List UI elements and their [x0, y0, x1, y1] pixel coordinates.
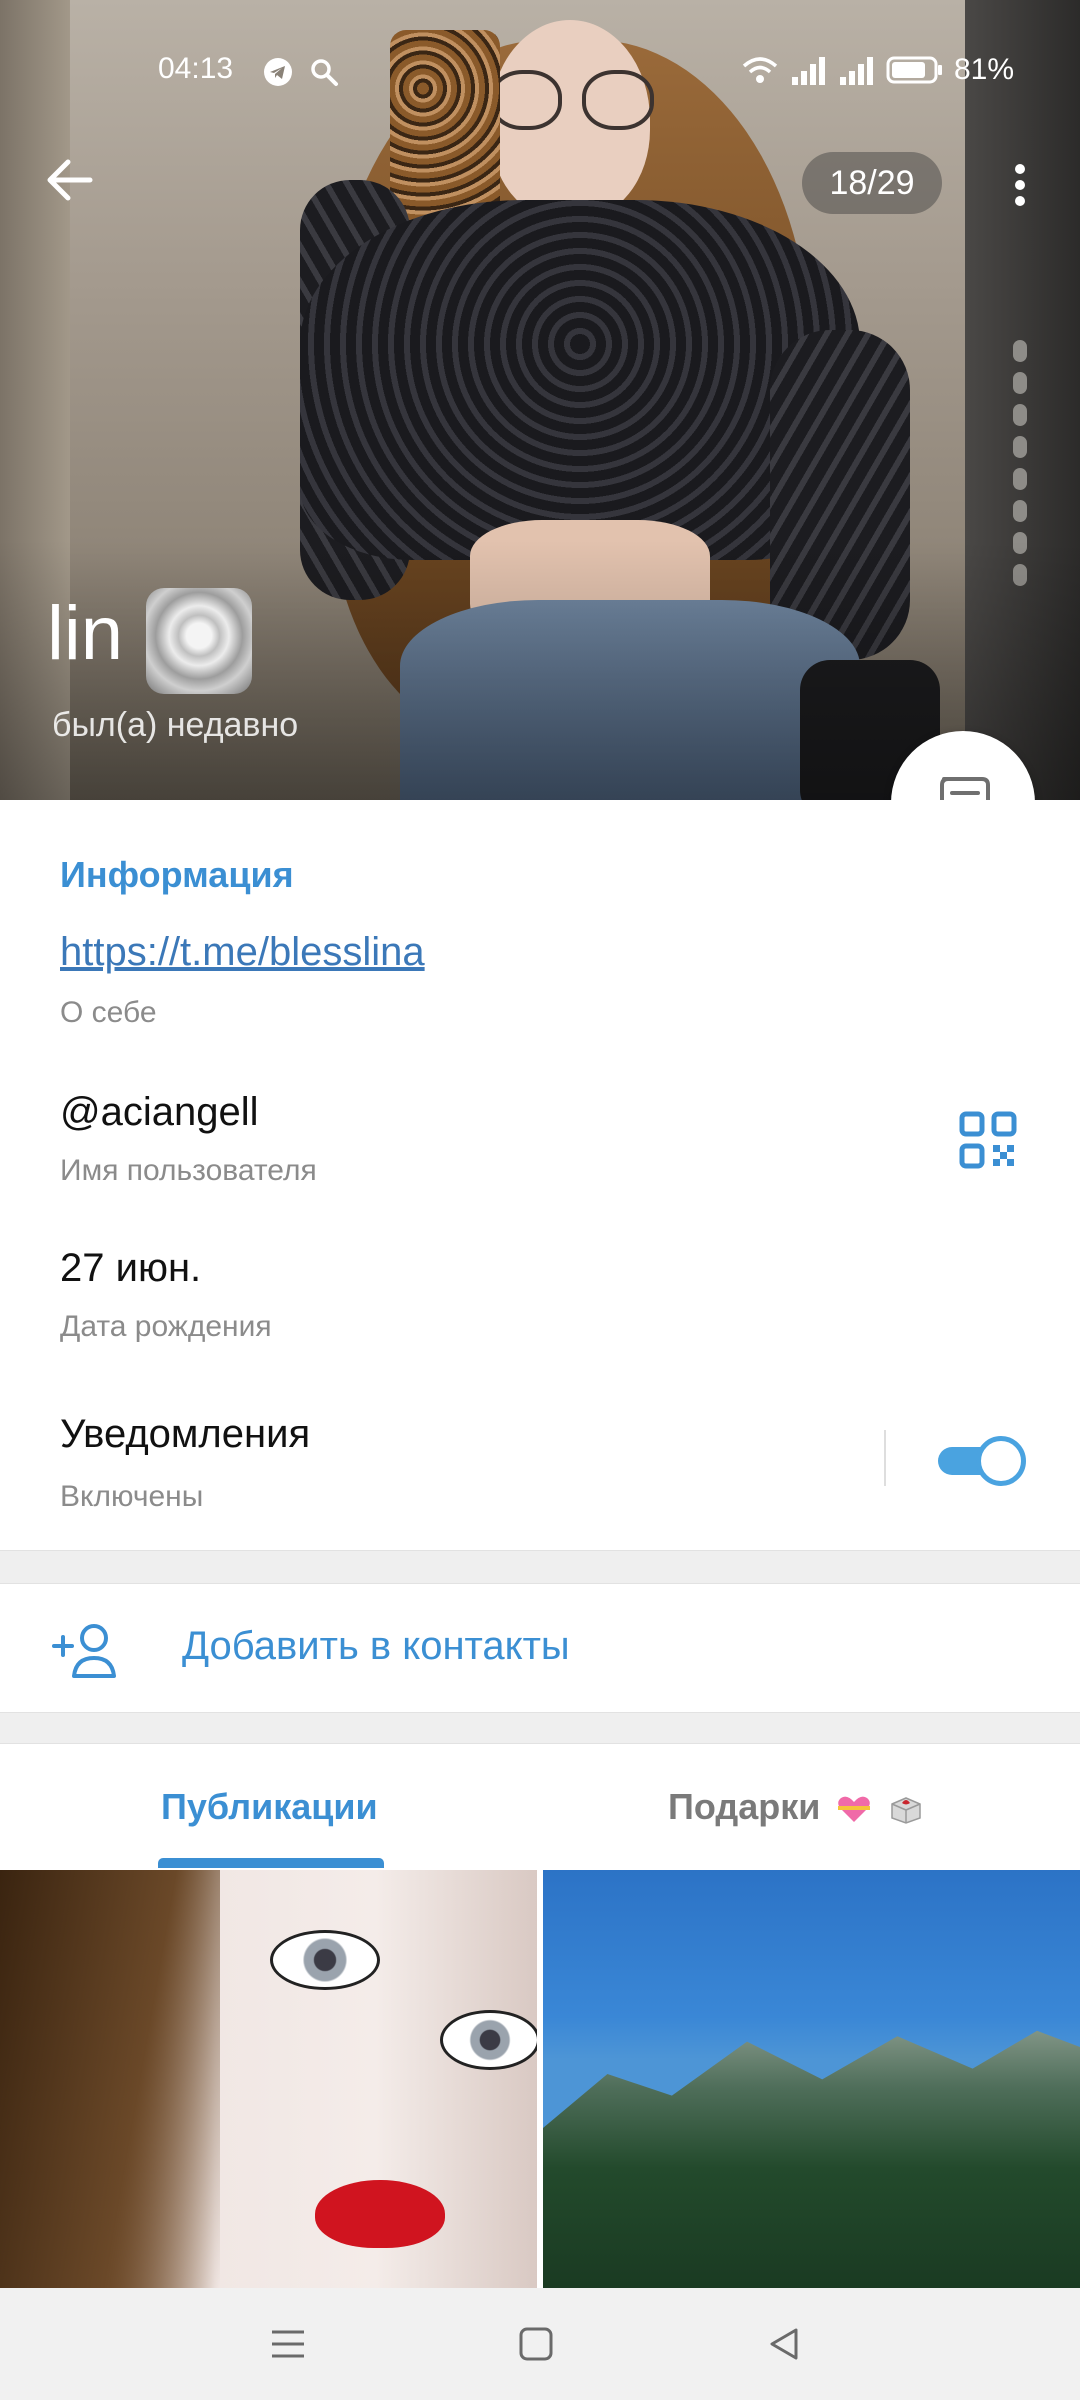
- notifications-status: Включены: [60, 1480, 204, 1513]
- qr-code-icon: [959, 1111, 1017, 1169]
- recent-apps-button[interactable]: [262, 2318, 314, 2370]
- info-section: Информация https://t.me/blesslina О себе…: [0, 800, 1080, 1550]
- add-contact-label: Добавить в контакты: [182, 1624, 570, 1668]
- divider: [884, 1430, 886, 1486]
- tab-label: Публикации: [161, 1786, 378, 1827]
- tab-label: Подарки: [668, 1786, 821, 1827]
- back-button[interactable]: [30, 140, 110, 220]
- thumbnail-eye: [440, 2010, 537, 2070]
- section-separator: [0, 1550, 1080, 1584]
- triangle-back-icon: [770, 2328, 798, 2360]
- thumbnail-eye: [270, 1930, 380, 1990]
- birthday-caption: Дата рождения: [60, 1310, 272, 1343]
- add-user-icon: [52, 1624, 116, 1678]
- notifications-label[interactable]: Уведомления: [60, 1412, 310, 1457]
- thumbnail-mountains: [543, 2030, 1080, 2290]
- status-time: 04:13: [158, 52, 234, 85]
- post-thumbnail[interactable]: [0, 1870, 537, 2290]
- signal-icon: [792, 57, 825, 85]
- publications-grid: [0, 1868, 1080, 2290]
- battery-icon: [886, 56, 942, 84]
- menu-icon: [272, 2330, 304, 2358]
- username-caption: Имя пользователя: [60, 1154, 317, 1187]
- square-icon: [519, 2327, 553, 2361]
- status-bar: 04:13 81%: [0, 0, 1080, 86]
- system-navigation-bar: [0, 2288, 1080, 2400]
- status-right-icons: 81%: [740, 50, 1014, 90]
- media-tabs: Публикации Подарки: [0, 1744, 1080, 1868]
- profile-header-photo[interactable]: 04:13 81% 18/29 lin был(а) недавно: [0, 0, 1080, 800]
- system-back-button[interactable]: [758, 2318, 810, 2370]
- home-button[interactable]: [510, 2318, 562, 2370]
- thumbnail-hair: [0, 1870, 220, 2290]
- signal-icon: [840, 57, 873, 85]
- more-menu-button[interactable]: [990, 150, 1050, 220]
- telegram-icon: [264, 58, 292, 86]
- more-vertical-icon: [1015, 164, 1025, 206]
- rose-emoji-icon: [146, 588, 252, 694]
- wifi-icon: [742, 57, 778, 83]
- arrow-left-icon: [47, 159, 93, 201]
- username-value[interactable]: @aciangell: [60, 1090, 259, 1135]
- qr-code-button[interactable]: [958, 1110, 1018, 1170]
- notifications-toggle[interactable]: [938, 1436, 1026, 1486]
- tab-publications[interactable]: Публикации: [161, 1786, 378, 1828]
- toggle-knob: [976, 1436, 1026, 1486]
- heart-gift-icon: [838, 1797, 871, 1823]
- add-contact-button[interactable]: Добавить в контакты: [0, 1584, 1080, 1712]
- tab-gifts[interactable]: Подарки: [668, 1786, 924, 1828]
- gift-box-icon: [891, 1797, 922, 1825]
- birthday-value: 27 июн.: [60, 1246, 202, 1290]
- search-icon: [311, 59, 338, 86]
- section-title: Информация: [60, 854, 294, 895]
- bio-caption: О себе: [60, 996, 157, 1029]
- section-separator: [0, 1712, 1080, 1744]
- last-seen-status: был(а) недавно: [52, 706, 299, 744]
- battery-percent: 81%: [954, 53, 1015, 86]
- photo-counter: 18/29: [802, 152, 942, 214]
- post-thumbnail[interactable]: [543, 1870, 1080, 2290]
- active-tab-indicator: [158, 1858, 384, 1868]
- profile-name: lin: [47, 591, 124, 676]
- thumbnail-lips: [315, 2180, 445, 2248]
- bio-link[interactable]: https://t.me/blesslina: [60, 930, 425, 975]
